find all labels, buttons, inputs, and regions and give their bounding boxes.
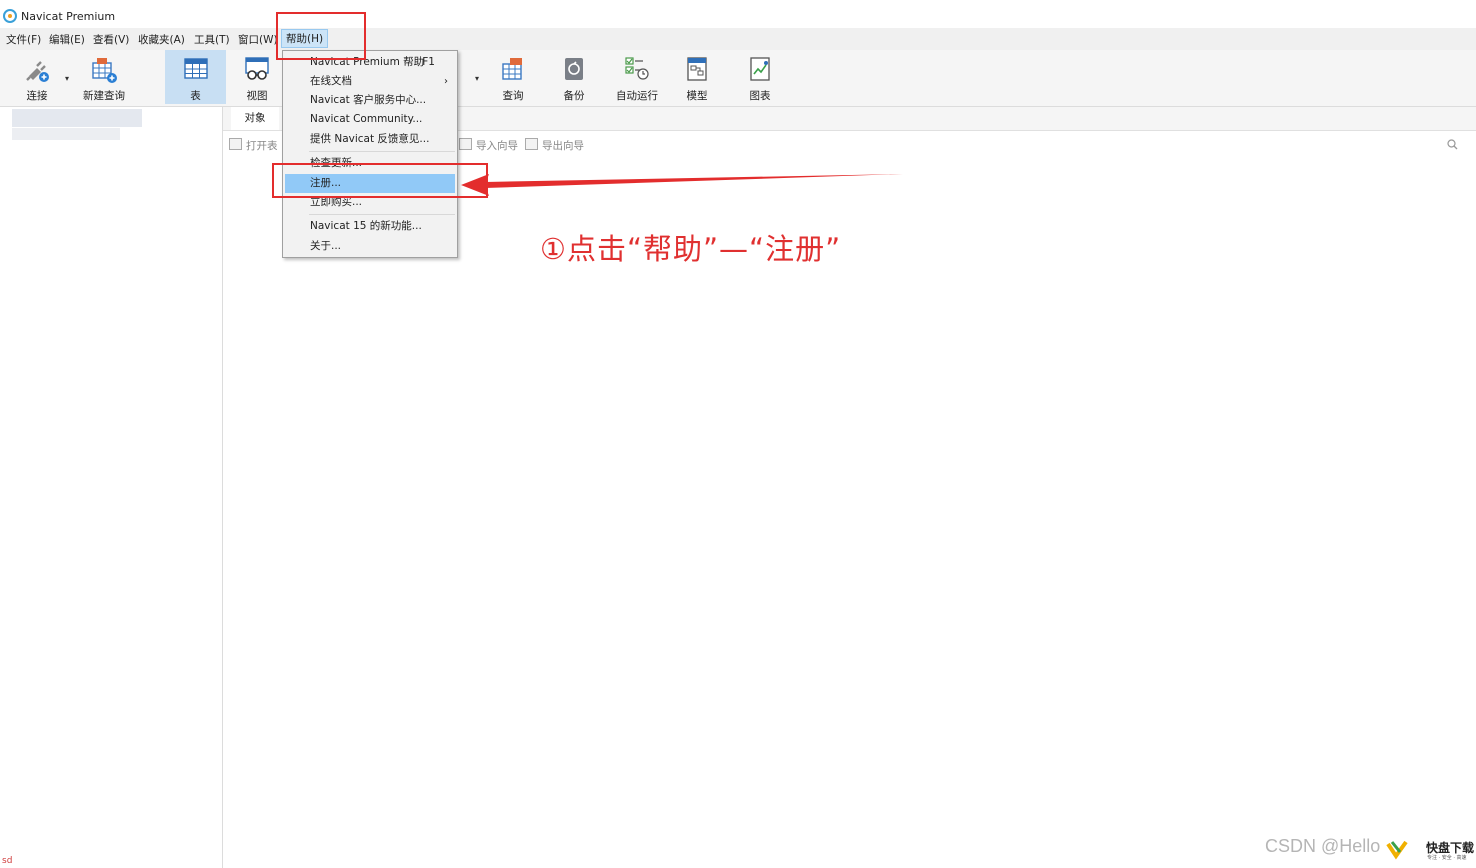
help-menu-dropdown: Navicat Premium 帮助 F1 在线文档 › Navicat 客户服… <box>282 50 458 258</box>
object-list-area[interactable] <box>223 157 1476 868</box>
menu-bar: 文件(F) 编辑(E) 查看(V) 收藏夹(A) 工具(T) 窗口(W) 帮助(… <box>0 28 1476 50</box>
connection-button[interactable]: 连接 <box>8 50 66 104</box>
model-icon <box>687 57 707 81</box>
import-wizard-button[interactable]: 导入向导 <box>459 138 518 153</box>
function-dropdown-caret-icon[interactable]: ▾ <box>475 74 479 83</box>
table-label: 表 <box>190 90 201 102</box>
backup-button[interactable]: 备份 <box>545 50 603 104</box>
navicat-logo-icon <box>3 9 17 23</box>
menu-edit[interactable]: 编辑(E) <box>49 32 85 47</box>
import-wizard-icon <box>459 138 472 150</box>
online-docs-label: 在线文档 <box>310 75 352 87</box>
annotation-arrow-icon <box>461 174 903 196</box>
help-menu-item-online-docs[interactable]: 在线文档 › <box>285 72 455 91</box>
backup-label: 备份 <box>563 90 585 102</box>
menu-separator <box>309 151 455 152</box>
title-bar: Navicat Premium <box>0 6 1476 28</box>
chart-icon <box>750 57 770 81</box>
menu-separator <box>309 214 455 215</box>
import-wizard-label: 导入向导 <box>476 140 518 152</box>
plug-icon <box>26 61 49 82</box>
csdn-watermark: CSDN @Hello <box>1265 836 1381 856</box>
help-menu-item-whats-new[interactable]: Navicat 15 的新功能... <box>285 217 455 236</box>
query-button[interactable]: 查询 <box>484 50 542 104</box>
menu-tools[interactable]: 工具(T) <box>194 32 230 47</box>
annotation-box-help <box>276 12 366 60</box>
blurred-connection-item[interactable] <box>12 109 142 127</box>
automation-button[interactable]: 自动运行 <box>605 50 669 104</box>
export-wizard-icon <box>525 138 538 150</box>
help-menu-item-feedback[interactable]: 提供 Navicat 反馈意见... <box>285 130 455 149</box>
main-toolbar: 连接 ▾ 新建查询 表 视图 ▾ 查询 备份 自动运行 模型 图表 <box>0 50 1476 107</box>
connection-dropdown-caret-icon[interactable]: ▾ <box>65 74 69 83</box>
query-label: 查询 <box>502 90 524 102</box>
submenu-arrow-icon: › <box>444 76 448 87</box>
navicat-window: Navicat Premium 文件(F) 编辑(E) 查看(V) 收藏夹(A)… <box>0 0 1476 868</box>
tab-objects[interactable]: 对象 <box>231 107 279 130</box>
open-table-button[interactable]: 打开表 <box>229 138 278 153</box>
help-menu-item-customer-center[interactable]: Navicat 客户服务中心... <box>285 91 455 110</box>
menu-file[interactable]: 文件(F) <box>6 32 41 47</box>
search-icon <box>1447 139 1458 150</box>
new-query-button[interactable]: 新建查询 <box>74 50 134 104</box>
chart-button[interactable]: 图表 <box>731 50 789 104</box>
help-menu-item-about[interactable]: 关于... <box>285 237 455 256</box>
annotation-instruction: ①点击“帮助”—“注册” <box>540 232 842 266</box>
menu-favorites[interactable]: 收藏夹(A) <box>138 32 185 47</box>
help-item-shortcut: F1 <box>422 56 435 68</box>
model-label: 模型 <box>686 90 708 102</box>
navigation-pane <box>0 107 223 868</box>
backup-icon <box>565 58 583 80</box>
automation-icon <box>625 57 649 80</box>
corner-mark: sd <box>2 856 13 866</box>
table-icon <box>183 58 208 79</box>
open-table-label: 打开表 <box>246 140 278 152</box>
menu-view[interactable]: 查看(V) <box>93 32 129 47</box>
window-title: Navicat Premium <box>21 10 116 23</box>
help-menu-item-community[interactable]: Navicat Community... <box>285 110 455 129</box>
blurred-connection-item[interactable] <box>12 128 120 140</box>
chart-label: 图表 <box>749 90 771 102</box>
model-button[interactable]: 模型 <box>668 50 726 104</box>
export-wizard-button[interactable]: 导出向导 <box>525 138 584 153</box>
view-label: 视图 <box>246 90 268 102</box>
menu-window[interactable]: 窗口(W) <box>238 32 278 47</box>
new-query-icon <box>92 58 117 83</box>
connection-label: 连接 <box>26 90 48 102</box>
export-wizard-label: 导出向导 <box>542 140 584 152</box>
query-icon <box>502 58 522 80</box>
automation-label: 自动运行 <box>616 90 658 102</box>
search-button[interactable] <box>1447 139 1458 153</box>
site-logo-subtext: 专注 · 安全 · 高速 <box>1427 855 1467 861</box>
table-button[interactable]: 表 <box>165 50 226 104</box>
new-query-label: 新建查询 <box>83 90 125 102</box>
open-table-icon <box>229 138 242 150</box>
view-icon <box>245 57 269 80</box>
